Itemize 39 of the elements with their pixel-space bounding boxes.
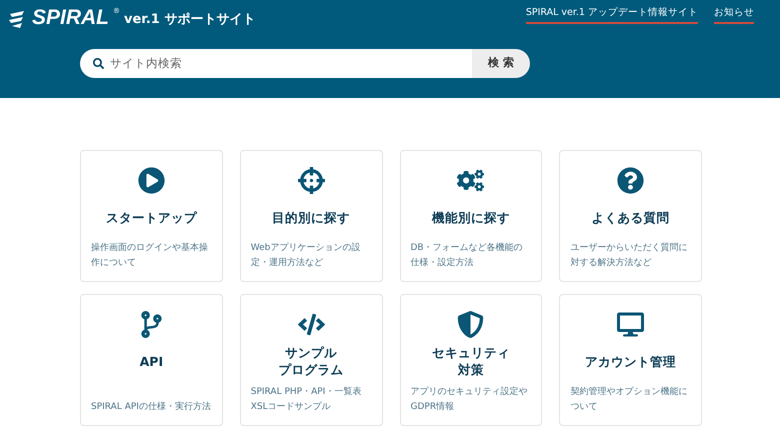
- card-title: サンプル: [285, 344, 338, 361]
- category-card[interactable]: アカウント管理 契約管理やオプション機能について: [559, 294, 702, 426]
- question-icon: [617, 167, 644, 194]
- category-card[interactable]: API SPIRAL APIの仕様・実行方法: [80, 294, 223, 426]
- crosshair-icon: [298, 167, 325, 194]
- card-description: 操作画面のログインや基本操作について: [91, 242, 209, 270]
- category-card[interactable]: 目的別に探す Webアプリケーションの設定・運用方法など: [240, 150, 382, 282]
- category-card[interactable]: スタートアップ 操作画面のログインや基本操作について: [80, 150, 223, 282]
- category-card[interactable]: セキュリティ 対策 アプリのセキュリティ設定やGDPR情報: [400, 294, 542, 426]
- category-card[interactable]: サンプル プログラム SPIRAL PHP・API・一覧表XSLコードサンプル: [240, 294, 382, 426]
- logo[interactable]: SPIRAL: [32, 6, 110, 30]
- card-title: スタートアップ: [106, 208, 197, 226]
- card-title: セキュリティ: [432, 344, 510, 361]
- play-icon: [138, 167, 165, 194]
- header-link[interactable]: SPIRAL ver.1 アップデート情報サイト: [526, 6, 698, 24]
- category-card[interactable]: よくある質問 ユーザーからいただく質問に対する解決方法など: [559, 150, 702, 282]
- card-description: SPIRAL APIの仕様・実行方法: [91, 400, 212, 414]
- monitor-icon: [617, 311, 644, 338]
- search-icon: [93, 58, 104, 69]
- category-card[interactable]: 機能別に探す DB・フォームなど各機能の仕様・設定方法: [400, 150, 542, 282]
- card-title: 目的別に探す: [272, 208, 350, 226]
- shield-icon: [457, 311, 484, 338]
- card-title: 対策: [458, 361, 484, 378]
- card-description: SPIRAL PHP・API・一覧表XSLコードサンプル: [250, 386, 362, 414]
- search-button[interactable]: 検 索: [472, 49, 530, 78]
- header-link[interactable]: お知らせ: [714, 6, 754, 24]
- code-icon: [298, 311, 325, 338]
- card-description: 契約管理やオプション機能について: [570, 385, 688, 414]
- card-description: DB・フォームなど各機能の仕様・設定方法: [410, 242, 524, 270]
- card-title: API: [140, 352, 164, 370]
- gears-icon: [457, 167, 484, 194]
- card-title: 機能別に探す: [432, 208, 510, 226]
- card-title: プログラム: [278, 361, 344, 378]
- card-description: アプリのセキュリティ設定やGDPR情報: [410, 385, 528, 414]
- card-title: よくある質問: [592, 208, 670, 226]
- site-name: ver.1 サポートサイト: [124, 11, 256, 29]
- card-title: アカウント管理: [585, 352, 676, 370]
- card-description: ユーザーからいただく質問に対する解決方法など: [570, 242, 688, 270]
- card-description: Webアプリケーションの設定・運用方法など: [250, 241, 362, 270]
